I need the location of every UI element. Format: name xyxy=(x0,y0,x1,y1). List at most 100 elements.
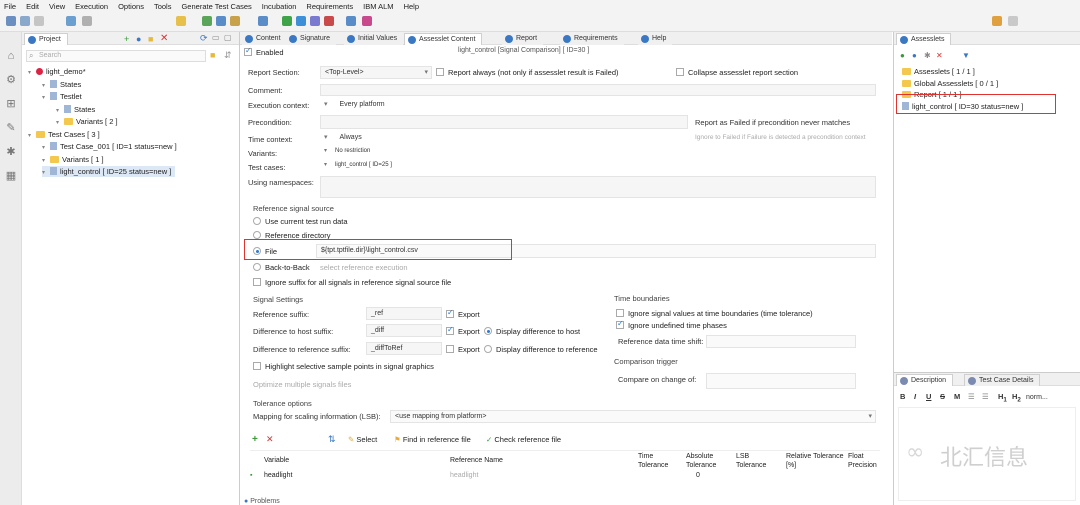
search-input[interactable]: Search xyxy=(39,52,61,59)
tree-item[interactable]: ▾ States xyxy=(42,79,81,90)
assesslet-delete-icon[interactable]: ✕ xyxy=(936,51,943,60)
expand-icon[interactable]: ▾ xyxy=(42,143,50,154)
filter-icon[interactable]: ■ xyxy=(210,50,215,60)
mapping-select[interactable]: <use mapping from platform> xyxy=(390,410,876,423)
tab-report[interactable]: Report xyxy=(502,33,544,45)
h2-button[interactable]: H2 xyxy=(1012,392,1021,404)
time-context-field[interactable]: ▾ Always xyxy=(320,132,428,145)
diff-ref-export-checkbox[interactable]: Export xyxy=(446,345,480,354)
check-ref-button[interactable]: ✓ Check reference file xyxy=(486,435,561,444)
menu-item[interactable]: Generate Test Cases xyxy=(181,2,251,11)
tab-signature[interactable]: Signature xyxy=(286,33,336,45)
redo-icon[interactable] xyxy=(82,16,92,26)
undo-icon[interactable] xyxy=(66,16,76,26)
assesslet-settings-icon[interactable]: ✱ xyxy=(924,51,931,60)
edit-icon[interactable]: ✎ xyxy=(5,122,17,134)
underline-button[interactable]: U xyxy=(926,392,931,401)
indent-icon[interactable]: ☰ xyxy=(982,392,989,401)
tab-assesslets[interactable]: Assesslets xyxy=(896,33,952,45)
add-row-icon[interactable]: + xyxy=(252,434,258,445)
menu-item[interactable]: Help xyxy=(404,2,419,11)
menu-item[interactable]: Execution xyxy=(75,2,108,11)
tab-description[interactable]: Description xyxy=(896,374,954,386)
list-icon[interactable]: ☰ xyxy=(968,392,975,401)
highlight-checkbox[interactable]: Highlight selective sample points in sig… xyxy=(253,362,434,371)
report-icon[interactable] xyxy=(310,16,320,26)
ref-suffix-export-checkbox[interactable]: Export xyxy=(446,310,480,319)
use-current-radio[interactable]: Use current test run data xyxy=(253,217,348,226)
expand-icon[interactable]: ▾ xyxy=(56,118,64,129)
tools-icon[interactable] xyxy=(230,16,240,26)
add-folder-icon[interactable]: ■ xyxy=(148,34,153,44)
sync-icon[interactable]: ⟳ xyxy=(200,33,208,44)
tree-item[interactable]: ▾ States xyxy=(56,104,95,115)
expand-icon[interactable]: ▾ xyxy=(42,81,50,92)
menu-item[interactable]: View xyxy=(49,2,65,11)
expand-icon[interactable]: ▾ xyxy=(28,68,36,79)
bug-icon[interactable]: ✱ xyxy=(5,146,17,158)
project-search[interactable]: ⌕ Search xyxy=(26,50,206,62)
menu-item[interactable]: Tools xyxy=(154,2,172,11)
tree-item[interactable]: ▾ light_demo* xyxy=(28,66,86,77)
tab-initial-values[interactable]: Initial Values xyxy=(344,33,404,45)
assesslet-copy-icon[interactable]: ● xyxy=(912,51,917,60)
tab-assesslet-content[interactable]: Assesslet Content xyxy=(404,33,483,45)
comment-input[interactable] xyxy=(320,84,876,96)
platform-icon[interactable] xyxy=(216,16,226,26)
tree-item[interactable]: ▾ Testlet xyxy=(42,91,82,102)
tab-test-case-details[interactable]: Test Case Details xyxy=(964,374,1041,386)
tree-item[interactable]: ▾ light_control [ ID=25 status=new ] xyxy=(42,166,176,179)
ref-suffix-input[interactable]: _ref xyxy=(366,307,442,320)
assesslet-filter-icon[interactable]: ▼ xyxy=(962,51,970,60)
add-icon[interactable]: + xyxy=(124,34,129,44)
ref-time-shift-input[interactable] xyxy=(706,335,856,348)
italic-button[interactable]: I xyxy=(914,392,916,401)
assesslet-item[interactable]: Global Assesslets [ 0 / 1 ] xyxy=(902,78,998,89)
variable-icon[interactable]: ⊞ xyxy=(5,98,17,110)
expand-icon[interactable]: ▾ xyxy=(42,168,50,179)
precondition-input[interactable] xyxy=(320,115,688,129)
delete-icon[interactable]: ✕ xyxy=(160,33,168,44)
expand-icon[interactable]: ▾ xyxy=(28,131,36,142)
menu-item[interactable]: File xyxy=(4,2,16,11)
menu-item[interactable]: IBM ALM xyxy=(363,2,393,11)
table-row[interactable]: ▪ headlight headlight 0 xyxy=(250,472,880,483)
run-icon[interactable] xyxy=(282,16,292,26)
report-always-checkbox[interactable]: Report always (not only if assesslet res… xyxy=(436,68,618,77)
ignore-undefined-checkbox[interactable]: Ignore undefined time phases xyxy=(616,321,727,330)
variants-field[interactable]: ▾ No restriction xyxy=(320,146,430,159)
tab-requirements[interactable]: Requirements xyxy=(560,33,624,45)
tree-item[interactable]: ▾ Test Cases [ 3 ] xyxy=(28,129,100,140)
script-icon[interactable] xyxy=(362,16,372,26)
diff-host-export-checkbox[interactable]: Export xyxy=(446,327,480,336)
search-toolbar-icon[interactable] xyxy=(1008,16,1018,26)
debug-icon[interactable] xyxy=(324,16,334,26)
tab-content[interactable]: Content xyxy=(242,33,287,45)
expand-icon[interactable]: ▾ xyxy=(42,156,50,167)
ignore-suffix-checkbox[interactable]: Ignore suffix for all signals in referen… xyxy=(253,278,451,287)
tree-item[interactable]: ▾ Test Case_001 [ ID=1 status=new ] xyxy=(42,141,177,152)
b2b-radio[interactable]: Back-to-Back xyxy=(253,263,310,272)
expand-icon[interactable]: ▾ xyxy=(42,93,50,104)
expand-icon[interactable]: ▾ xyxy=(56,106,64,117)
remove-row-icon[interactable]: ✕ xyxy=(266,434,274,445)
diff-host-input[interactable]: _diff xyxy=(366,324,442,337)
add-test-icon[interactable]: ● xyxy=(136,34,141,44)
select-button[interactable]: ✎ Select xyxy=(348,435,377,444)
tree-item[interactable]: ▾ Variants [ 1 ] xyxy=(42,154,104,165)
minimize-icon[interactable]: ▭ xyxy=(212,33,220,42)
dashboard-icon[interactable] xyxy=(346,16,356,26)
print-icon[interactable] xyxy=(34,16,44,26)
menu-item[interactable]: Requirements xyxy=(306,2,353,11)
menu-item[interactable]: Incubation xyxy=(262,2,297,11)
display-diff-host-radio[interactable]: Display difference to host xyxy=(484,327,580,336)
display-diff-ref-radio[interactable]: Display difference to reference xyxy=(484,345,598,354)
maximize-icon[interactable]: ▢ xyxy=(224,33,232,42)
menu-item[interactable]: Edit xyxy=(26,2,39,11)
tree-icon[interactable]: ⚙ xyxy=(5,74,17,86)
tree-item[interactable]: ▾ Variants [ 2 ] xyxy=(56,116,118,127)
menu-item[interactable]: Options xyxy=(118,2,144,11)
report-section-select[interactable]: <Top-Level> xyxy=(320,66,432,79)
tab-project[interactable]: Project xyxy=(24,33,68,45)
generate-icon[interactable] xyxy=(176,16,186,26)
